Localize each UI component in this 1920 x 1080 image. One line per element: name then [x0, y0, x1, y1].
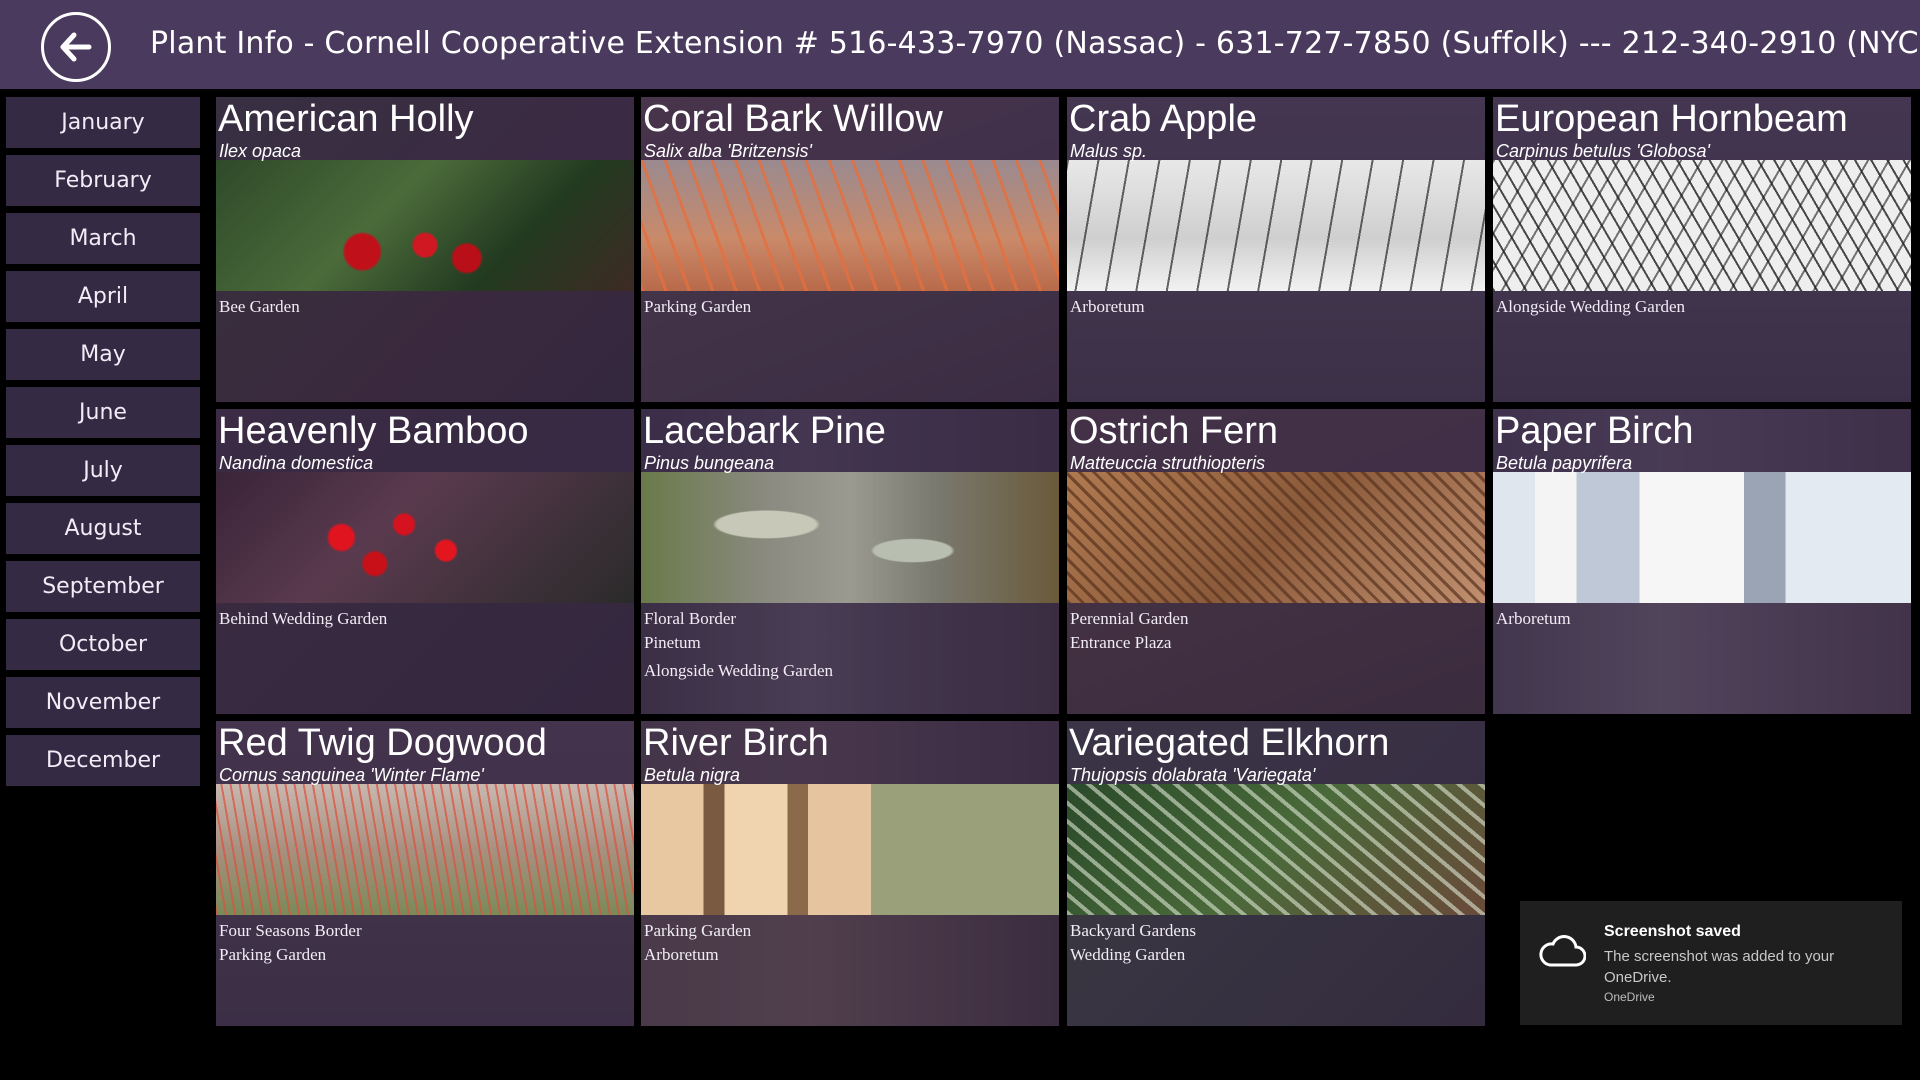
plant-locations: Perennial Garden Entrance Plaza [1070, 607, 1188, 655]
plant-latin-name: Betula papyrifera [1496, 453, 1633, 473]
plant-locations: Floral Border Pinetum Alongside Wedding … [644, 607, 833, 683]
plant-latin-name: Betula nigra [644, 765, 741, 785]
plant-locations: Backyard Gardens Wedding Garden [1070, 919, 1196, 967]
plant-locations: Arboretum [1070, 295, 1145, 319]
location-text: Parking Garden [219, 945, 327, 964]
location-text: Floral Border [644, 609, 737, 628]
plant-photo [1067, 472, 1485, 603]
plant-photo [641, 472, 1059, 603]
location-text: Wedding Garden [1070, 945, 1186, 964]
plant-name: Crab Apple [1069, 98, 1258, 140]
plant-name: Variegated Elkhorn [1069, 722, 1390, 764]
location-text: Four Seasons Border [219, 921, 362, 940]
plant-photo [1067, 160, 1485, 291]
plant-photo [641, 784, 1059, 915]
plant-locations: Four Seasons Border Parking Garden [219, 919, 362, 967]
plant-photo [216, 472, 634, 603]
plant-latin-name: Pinus bungeana [644, 453, 775, 473]
plant-locations: Parking Garden [644, 295, 751, 319]
plant-tile-paper-birch[interactable]: Paper Birch Betula papyrifera Arboretum [1493, 409, 1911, 714]
location-text: Entrance Plaza [1070, 633, 1172, 652]
plant-latin-name: Matteuccia struthiopteris [1070, 453, 1266, 473]
month-december[interactable]: December [6, 735, 200, 786]
plant-photo [1493, 472, 1911, 603]
plant-locations: Behind Wedding Garden [219, 607, 387, 631]
month-april[interactable]: April [6, 271, 200, 322]
month-september[interactable]: September [6, 561, 200, 612]
plant-name: Ostrich Fern [1069, 410, 1279, 452]
plant-latin-name: Thujopsis dolabrata 'Variegata' [1070, 765, 1316, 785]
month-august[interactable]: August [6, 503, 200, 554]
month-july[interactable]: July [6, 445, 200, 496]
plant-latin-name: Cornus sanguinea 'Winter Flame' [219, 765, 484, 785]
onedrive-cloud-icon [1539, 935, 1586, 967]
plant-name: River Birch [643, 722, 829, 764]
plant-tile-red-twig-dogwood[interactable]: Red Twig Dogwood Cornus sanguinea 'Winte… [216, 721, 634, 1026]
location-text: Parking Garden [644, 921, 752, 940]
month-january[interactable]: January [6, 97, 200, 148]
location-text: Arboretum [1496, 609, 1571, 628]
month-march[interactable]: March [6, 213, 200, 264]
plant-locations: Bee Garden [219, 295, 300, 319]
plant-name: European Hornbeam [1495, 98, 1848, 140]
plant-photo [216, 160, 634, 291]
arrow-left-icon [60, 32, 92, 62]
location-text: Arboretum [1070, 297, 1145, 316]
plant-photo [1067, 784, 1485, 915]
plant-latin-name: Malus sp. [1070, 141, 1148, 161]
location-text: Perennial Garden [1070, 609, 1189, 628]
month-may[interactable]: May [6, 329, 200, 380]
plant-tile-european-hornbeam[interactable]: European Hornbeam Carpinus betulus 'Glob… [1493, 97, 1911, 402]
location-text: Arboretum [644, 945, 719, 964]
back-button[interactable] [41, 12, 111, 82]
location-text: Backyard Gardens [1070, 921, 1197, 940]
plant-tile-ostrich-fern[interactable]: Ostrich Fern Matteuccia struthiopteris P… [1067, 409, 1485, 714]
month-october[interactable]: October [6, 619, 200, 670]
plant-latin-name: Nandina domestica [219, 453, 374, 473]
location-text: Pinetum [644, 633, 701, 652]
plant-tile-crab-apple[interactable]: Crab Apple Malus sp. Arboretum [1067, 97, 1485, 402]
location-text: Behind Wedding Garden [219, 609, 388, 628]
plant-name: Lacebark Pine [643, 410, 886, 452]
toast-title: Screenshot saved [1604, 923, 1741, 940]
plant-latin-name: Salix alba 'Britzensis' [644, 141, 812, 161]
toast-source: OneDrive [1604, 990, 1655, 1004]
plant-tile-american-holly[interactable]: American Holly Ilex opaca Bee Garden [216, 97, 634, 402]
plant-name: Heavenly Bamboo [218, 410, 529, 452]
page-title: Plant Info - Cornell Cooperative Extensi… [150, 26, 1920, 61]
month-november[interactable]: November [6, 677, 200, 728]
plant-name: Red Twig Dogwood [218, 722, 547, 764]
location-text: Alongside Wedding Garden [644, 661, 834, 680]
month-february[interactable]: February [6, 155, 200, 206]
month-sidebar: January February March April May June Ju… [6, 97, 200, 793]
plant-latin-name: Carpinus betulus 'Globosa' [1496, 141, 1710, 161]
month-june[interactable]: June [6, 387, 200, 438]
app-header: Plant Info - Cornell Cooperative Extensi… [0, 0, 1920, 89]
plant-name: Paper Birch [1495, 410, 1694, 452]
screenshot-toast[interactable]: Screenshot saved The screenshot was adde… [1520, 901, 1902, 1025]
toast-message: The screenshot was added to your OneDriv… [1604, 948, 1835, 986]
plant-tile-variegated-elkhorn[interactable]: Variegated Elkhorn Thujopsis dolabrata '… [1067, 721, 1485, 1026]
plant-name: Coral Bark Willow [643, 98, 943, 140]
plant-tile-coral-bark-willow[interactable]: Coral Bark Willow Salix alba 'Britzensis… [641, 97, 1059, 402]
plant-tile-heavenly-bamboo[interactable]: Heavenly Bamboo Nandina domestica Behind… [216, 409, 634, 714]
plant-photo [216, 784, 634, 915]
plant-latin-name: Ilex opaca [219, 141, 302, 161]
plant-grid: American Holly Ilex opaca Bee Garden Cor… [216, 97, 1911, 1027]
plant-name: American Holly [218, 98, 474, 140]
plant-photo [1493, 160, 1911, 291]
plant-tile-lacebark-pine[interactable]: Lacebark Pine Pinus bungeana Floral Bord… [641, 409, 1059, 714]
plant-tile-river-birch[interactable]: River Birch Betula nigra Parking Garden … [641, 721, 1059, 1026]
plant-photo [641, 160, 1059, 291]
plant-locations: Parking Garden Arboretum [644, 919, 751, 967]
location-text: Alongside Wedding Garden [1496, 297, 1686, 316]
location-text: Parking Garden [644, 297, 752, 316]
location-text: Bee Garden [219, 297, 300, 316]
plant-locations: Arboretum [1496, 607, 1571, 631]
plant-locations: Alongside Wedding Garden [1496, 295, 1685, 319]
